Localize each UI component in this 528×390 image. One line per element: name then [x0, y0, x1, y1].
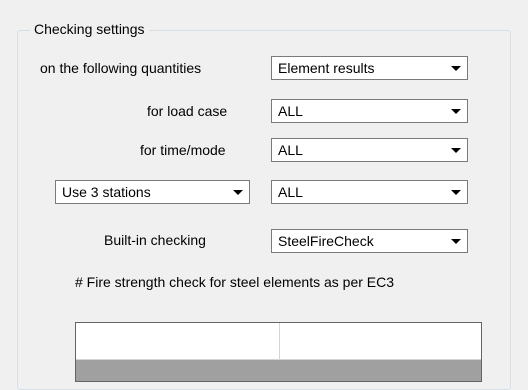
- quantities-label: on the following quantities: [40, 60, 202, 76]
- dropdown-button[interactable]: [446, 58, 466, 78]
- stations-value: Use 3 stations: [62, 184, 151, 200]
- stations-filter-value: ALL: [278, 184, 303, 200]
- results-table[interactable]: [75, 322, 482, 382]
- time-mode-label: for time/mode: [140, 142, 226, 158]
- check-description: # Fire strength check for steel elements…: [75, 274, 395, 290]
- group-title: Checking settings: [30, 20, 149, 38]
- built-in-checking-select[interactable]: SteelFireCheck: [271, 229, 468, 253]
- chevron-down-icon: [451, 239, 461, 244]
- chevron-down-icon: [451, 190, 461, 195]
- load-case-select[interactable]: ALL: [271, 99, 468, 123]
- time-mode-value: ALL: [278, 142, 303, 158]
- built-in-checking-value: SteelFireCheck: [278, 233, 374, 249]
- quantities-value: Element results: [278, 60, 375, 76]
- stations-select[interactable]: Use 3 stations: [55, 180, 250, 204]
- dropdown-button[interactable]: [446, 140, 466, 160]
- load-case-value: ALL: [278, 103, 303, 119]
- stations-filter-select[interactable]: ALL: [271, 180, 468, 204]
- dropdown-button[interactable]: [446, 182, 466, 202]
- chevron-down-icon: [233, 190, 243, 195]
- column-divider[interactable]: [279, 323, 280, 359]
- quantities-select[interactable]: Element results: [271, 56, 468, 80]
- table-header: [76, 323, 481, 360]
- dropdown-button[interactable]: [446, 101, 466, 121]
- chevron-down-icon: [451, 148, 461, 153]
- dropdown-button[interactable]: [228, 182, 248, 202]
- chevron-down-icon: [451, 66, 461, 71]
- load-case-label: for load case: [147, 103, 228, 119]
- dropdown-button[interactable]: [446, 231, 466, 251]
- chevron-down-icon: [451, 109, 461, 114]
- built-in-checking-label: Built-in checking: [104, 232, 206, 248]
- time-mode-select[interactable]: ALL: [271, 138, 468, 162]
